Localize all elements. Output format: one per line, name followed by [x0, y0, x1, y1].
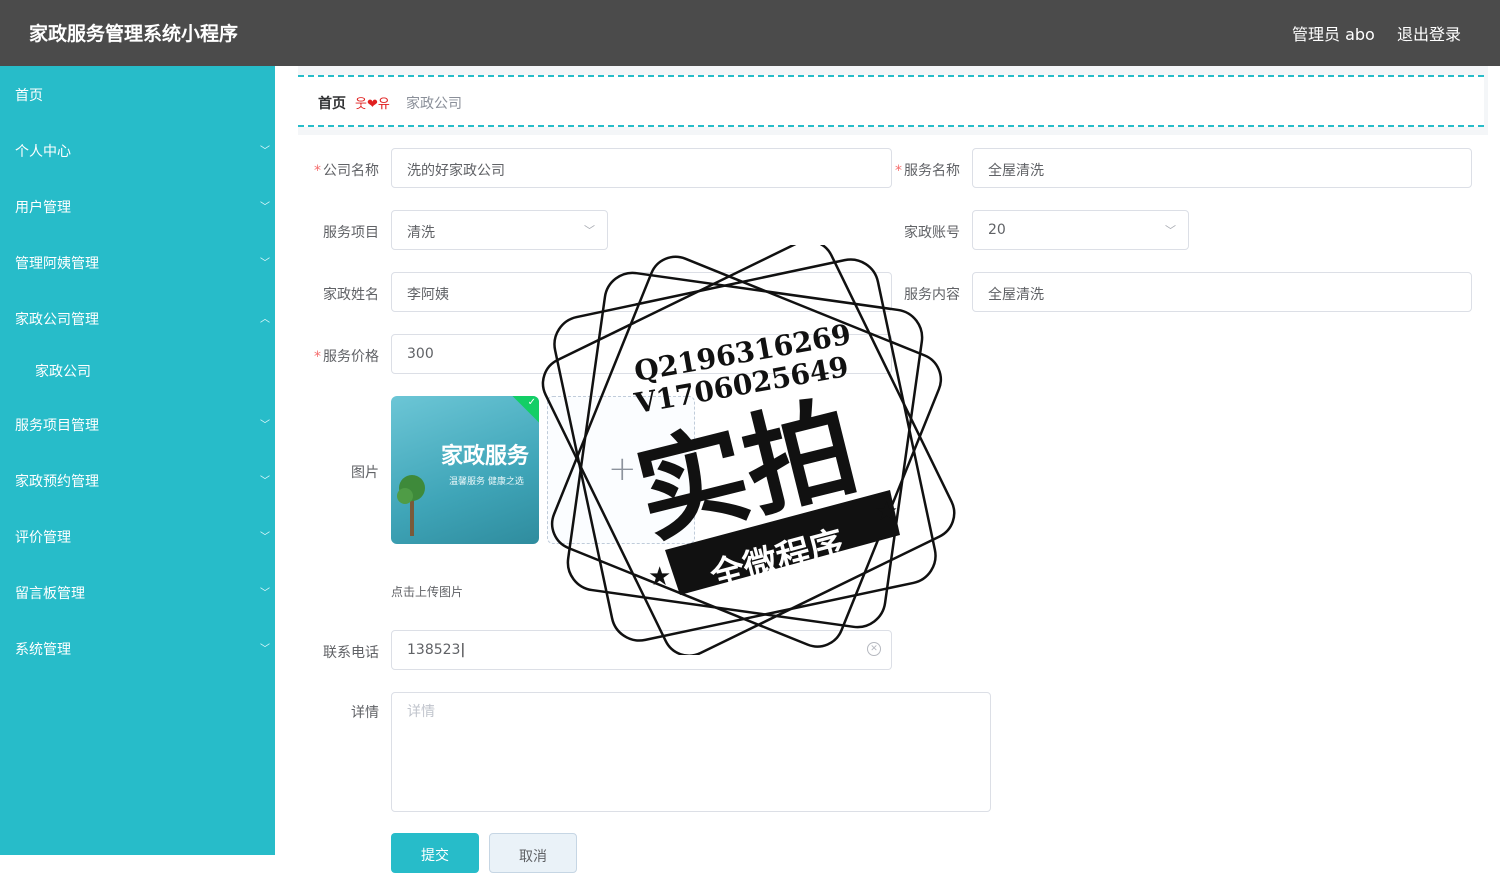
logout-button[interactable]: 退出登录 — [1397, 21, 1461, 45]
service-price-field[interactable]: 300 — [391, 334, 892, 374]
sidebar-item-label: 个人中心 — [15, 144, 71, 160]
sidebar-item-company-management[interactable]: 家政公司管理 ︿ — [0, 298, 275, 338]
sidebar-item-label: 留言板管理 — [15, 586, 85, 602]
sidebar-item-message-board[interactable]: 留言板管理 ﹀ — [0, 572, 275, 612]
service-item-select[interactable]: 清洗 ﹀ — [391, 210, 608, 250]
chevron-down-icon: ﹀ — [260, 202, 270, 213]
check-icon: ✓ — [527, 397, 536, 408]
submit-button[interactable]: 提交 — [391, 833, 479, 873]
sidebar-item-label: 服务项目管理 — [15, 418, 99, 434]
housekeeper-account-label: 家政账号 — [904, 225, 960, 241]
company-name-field[interactable]: 洗的好家政公司 — [391, 148, 892, 188]
chevron-down-icon: ﹀ — [260, 532, 270, 543]
clear-icon[interactable]: ✕ — [867, 642, 881, 656]
housekeeper-name-label: 家政姓名 — [323, 287, 379, 303]
tree-illustration — [397, 475, 425, 536]
sidebar: 首页 个人中心 ﹀ 用户管理 ﹀ 管理阿姨管理 ﹀ 家政公司管理 ︿ 家政公司 … — [0, 66, 275, 855]
service-name-label: * 服务名称 — [895, 163, 960, 179]
image-upload-button[interactable]: + — [547, 396, 695, 544]
sidebar-item-aunt-management[interactable]: 管理阿姨管理 ﹀ — [0, 242, 275, 282]
sidebar-item-label: 家政预约管理 — [15, 474, 99, 490]
housekeeper-account-select[interactable]: 20 ﹀ — [972, 210, 1189, 250]
admin-user-label: 管理员 abo — [1292, 25, 1375, 44]
details-textarea[interactable]: 详情 — [391, 692, 991, 812]
breadcrumb-current: 家政公司 — [406, 96, 462, 112]
sidebar-item-company[interactable]: 家政公司 — [0, 350, 275, 390]
phone-value: 138523 — [407, 642, 461, 658]
service-price-label: * 服务价格 — [314, 349, 379, 365]
sidebar-item-label: 系统管理 — [15, 642, 71, 658]
breadcrumb-home[interactable]: 首页 — [318, 93, 346, 113]
breadcrumb: 首页 웃❤유 家政公司 — [298, 75, 1484, 127]
chevron-down-icon: ﹀ — [584, 224, 595, 237]
sidebar-item-label: 评价管理 — [15, 530, 71, 546]
sidebar-item-system-management[interactable]: 系统管理 ﹀ — [0, 628, 275, 668]
chevron-down-icon: ﹀ — [1165, 224, 1176, 237]
sidebar-item-label: 家政公司 — [35, 364, 91, 380]
service-content-field[interactable]: 全屋清洗 — [972, 272, 1472, 312]
chevron-down-icon: ﹀ — [260, 146, 270, 157]
sidebar-item-user-management[interactable]: 用户管理 ﹀ — [0, 186, 275, 226]
cancel-button[interactable]: 取消 — [489, 833, 577, 873]
sidebar-item-appointment-management[interactable]: 家政预约管理 ﹀ — [0, 460, 275, 500]
sidebar-item-service-management[interactable]: 服务项目管理 ﹀ — [0, 404, 275, 444]
upload-tip: 点击上传图片 — [391, 585, 464, 599]
chevron-down-icon: ﹀ — [260, 420, 270, 431]
breadcrumb-separator: 웃❤유 — [355, 97, 390, 112]
uploaded-image-thumbnail[interactable]: 家政服务 温馨服务 健康之选 ✓ — [391, 396, 539, 544]
top-bar: 家政服务管理系统小程序 管理员 abo 退出登录 — [0, 0, 1500, 66]
sidebar-item-personal-center[interactable]: 个人中心 ﹀ — [0, 130, 275, 170]
details-label: 详情 — [351, 705, 379, 721]
sidebar-item-home[interactable]: 首页 — [0, 74, 275, 114]
sidebar-item-label: 用户管理 — [15, 200, 71, 216]
plus-icon: + — [608, 449, 637, 489]
chevron-up-icon: ︿ — [260, 314, 270, 325]
service-content-label: 服务内容 — [904, 287, 960, 303]
service-item-value: 清洗 — [407, 225, 435, 241]
housekeeper-account-value: 20 — [988, 222, 1006, 238]
sidebar-item-label: 首页 — [15, 88, 43, 104]
sidebar-item-label: 家政公司管理 — [15, 312, 99, 328]
thumbnail-subtitle: 温馨服务 健康之选 — [449, 477, 524, 487]
sidebar-item-review-management[interactable]: 评价管理 ﹀ — [0, 516, 275, 556]
phone-label: 联系电话 — [323, 645, 379, 661]
sidebar-item-label: 管理阿姨管理 — [15, 256, 99, 272]
app-title: 家政服务管理系统小程序 — [29, 23, 239, 45]
company-name-label: * 公司名称 — [314, 163, 379, 179]
chevron-down-icon: ﹀ — [260, 644, 270, 655]
phone-field[interactable]: 138523| ✕ — [391, 630, 892, 670]
chevron-down-icon: ﹀ — [260, 258, 270, 269]
chevron-down-icon: ﹀ — [260, 588, 270, 599]
text-cursor: | — [460, 642, 466, 658]
image-label: 图片 — [351, 465, 379, 481]
service-name-field[interactable]: 全屋清洗 — [972, 148, 1472, 188]
housekeeper-name-field[interactable]: 李阿姨 — [391, 272, 892, 312]
thumbnail-title: 家政服务 — [441, 444, 530, 469]
chevron-down-icon: ﹀ — [260, 476, 270, 487]
service-item-label: 服务项目 — [323, 225, 379, 241]
